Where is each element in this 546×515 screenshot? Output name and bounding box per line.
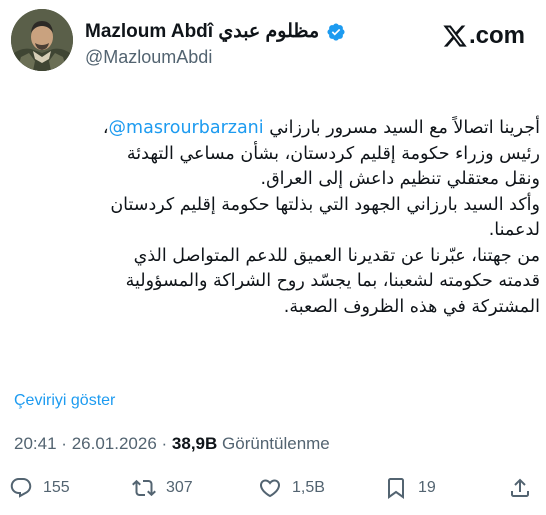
author-name-row[interactable]: Mazloum Abdî مظلوم عبدي	[85, 20, 346, 43]
tweet-line-4: وأكد السيد بارزاني الجهود التي بذلتها حك…	[110, 194, 540, 215]
tweet-meta: 20:41 · 26.01.2026 · 38,9B Görüntülenme	[14, 434, 330, 454]
repost-button[interactable]: 307	[132, 472, 193, 504]
heart-icon	[259, 479, 281, 498]
reply-count: 155	[43, 479, 70, 496]
verified-badge-icon	[326, 22, 346, 42]
bookmark-button[interactable]: 19	[384, 472, 436, 504]
reply-button[interactable]: 155	[9, 472, 70, 504]
tweet-line-7: قدمته حكومته لشعبنا، بما يجسّد روح الشرا…	[125, 271, 540, 291]
meta-separator: ·	[161, 434, 168, 453]
repost-count: 307	[166, 479, 193, 496]
reply-icon	[10, 478, 32, 498]
share-icon	[511, 478, 529, 497]
tweet-time[interactable]: 20:41	[14, 434, 57, 453]
brand-suffix: .com	[468, 22, 525, 49]
action-bar: 155 307 1,5B 19	[0, 472, 546, 504]
meta-separator: ·	[61, 434, 67, 453]
translate-link[interactable]: Çeviriyi göster	[14, 392, 115, 410]
repost-icon	[132, 479, 156, 497]
tweet-date[interactable]: 26.01.2026	[72, 434, 157, 453]
bookmark-icon	[388, 478, 404, 499]
tweet-line-3: ونقل معتقلي تنظيم داعش إلى العراق.	[260, 169, 541, 189]
tweet-line-2: رئيس وزراء حكومة إقليم كردستان، بشأن مسا…	[126, 143, 540, 164]
like-button[interactable]: 1,5B	[258, 472, 325, 504]
avatar-image	[11, 9, 73, 71]
avatar[interactable]	[11, 9, 73, 71]
bookmark-count: 19	[418, 479, 436, 496]
tweet-line-8: المشتركة في هذه الظروف الصعبة.	[283, 296, 540, 317]
x-logo-icon	[442, 23, 468, 49]
tweet-text: أجرينا اتصالاً مع السيد مسرور بارزاني @m…	[14, 116, 540, 320]
tweet-header: Mazloum Abdî مظلوم عبدي @MazloumAbdi .co…	[0, 0, 546, 90]
share-button[interactable]	[508, 472, 532, 504]
author-handle[interactable]: @MazloumAbdi	[85, 47, 212, 68]
tweet-line-1: أجرينا اتصالاً مع السيد مسرور بارزاني @m…	[14, 116, 540, 142]
author-display-name[interactable]: Mazloum Abdî مظلوم عبدي	[85, 20, 319, 43]
views-label: Görüntülenme	[222, 434, 330, 453]
tweet-line-1-text: أجرينا اتصالاً مع السيد مسرور بارزاني	[269, 118, 540, 138]
like-count: 1,5B	[292, 479, 325, 496]
brand-watermark: .com	[442, 22, 525, 50]
views-count: 38,9B	[171, 434, 218, 453]
tweet-line-6: من جهتنا، عبّرنا عن تقديرنا العميق للدعم…	[133, 245, 540, 266]
mention-link[interactable]: @masrourbarzani	[109, 118, 264, 138]
tweet-line-5: لدعمنا.	[488, 220, 540, 240]
